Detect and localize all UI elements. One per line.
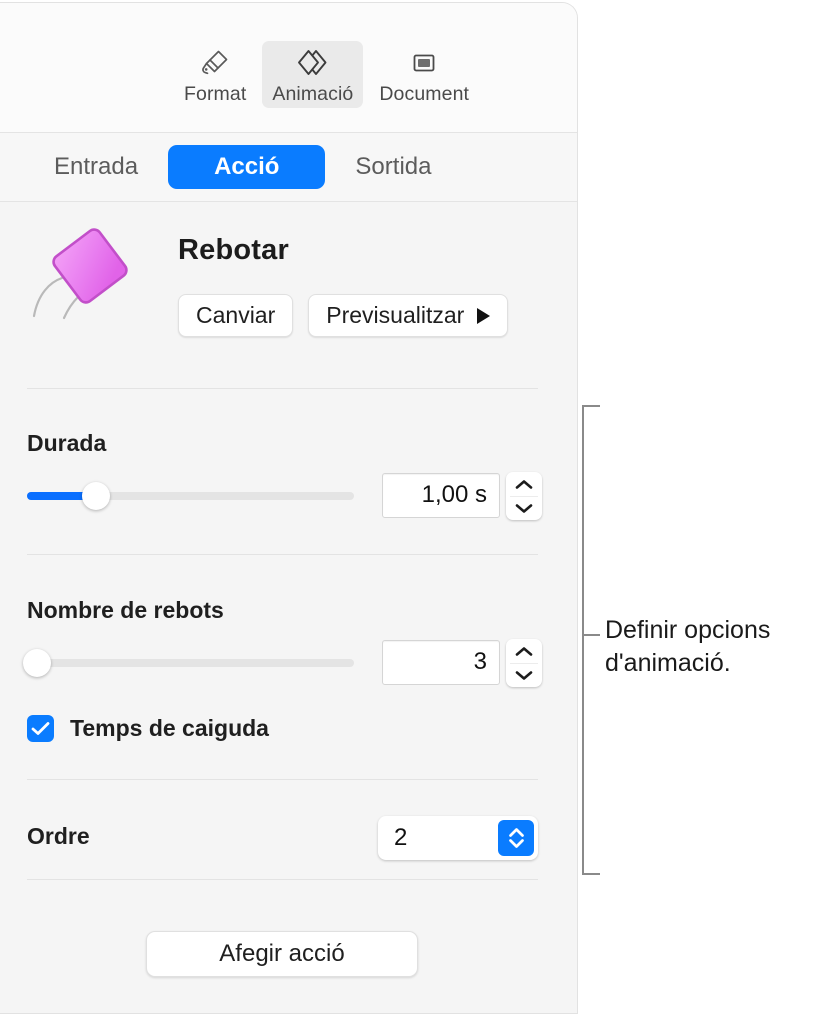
callout-tick	[582, 634, 600, 636]
tab-list: Entrada Acció Sortida	[30, 145, 455, 189]
toolbar-item-animacio-label: Animació	[272, 83, 353, 106]
fall-time-label: Temps de caiguda	[70, 715, 269, 742]
tab-accio[interactable]: Acció	[168, 145, 325, 189]
tab-entrada[interactable]: Entrada	[30, 145, 162, 189]
stepper-separator	[510, 496, 538, 497]
animation-tab-bar: Entrada Acció Sortida	[0, 133, 577, 202]
add-action-button[interactable]: Afegir acció	[146, 931, 418, 977]
document-square-icon	[407, 47, 441, 79]
bounces-slider[interactable]	[27, 650, 354, 676]
order-label: Ordre	[27, 823, 90, 850]
duration-value-field[interactable]: 1,00 s	[382, 473, 500, 518]
order-value: 2	[394, 824, 407, 852]
inspector-body: Rebotar Canviar Previsualitzar Durada 1,…	[0, 202, 577, 1013]
duration-slider-knob[interactable]	[82, 482, 110, 510]
toolbar-item-document[interactable]: Document	[369, 41, 479, 108]
callout-text: Definir opcions d'animació.	[605, 614, 820, 680]
duration-stepper[interactable]	[506, 472, 542, 520]
bounce-square-icon	[28, 216, 146, 334]
chevron-up-icon	[514, 478, 534, 491]
play-icon	[477, 308, 490, 324]
bounces-value-field[interactable]: 3	[382, 640, 500, 685]
tab-sortida[interactable]: Sortida	[331, 145, 455, 189]
preview-effect-button[interactable]: Previsualitzar	[308, 294, 508, 337]
paintbrush-icon	[198, 47, 232, 79]
popup-chevrons-icon	[498, 820, 534, 856]
preview-effect-label: Previsualitzar	[326, 302, 464, 329]
animation-diamonds-icon	[294, 47, 332, 79]
order-popup-button[interactable]: 2	[378, 816, 538, 860]
bounces-slider-track	[27, 659, 354, 667]
fall-time-row[interactable]: Temps de caiguda	[27, 715, 269, 742]
divider-4	[27, 879, 538, 880]
toolbar-item-document-label: Document	[379, 83, 469, 106]
bounces-label: Nombre de rebots	[27, 597, 224, 624]
fall-time-checkbox[interactable]	[27, 715, 54, 742]
effect-buttons: Canviar Previsualitzar	[178, 294, 508, 337]
stepper-separator	[510, 663, 538, 664]
inspector-panel: Format Animació	[0, 2, 578, 1014]
effect-header: Rebotar Canviar Previsualitzar	[0, 202, 577, 352]
inspector-toolbar: Format Animació	[0, 3, 577, 133]
effect-name: Rebotar	[178, 234, 289, 267]
divider-3	[27, 779, 538, 780]
callout-bracket	[582, 405, 600, 875]
checkmark-icon	[31, 721, 50, 736]
bounces-stepper[interactable]	[506, 639, 542, 687]
toolbar-item-animacio[interactable]: Animació	[262, 41, 363, 108]
toolbar-items: Format Animació	[174, 41, 479, 108]
toolbar-item-format[interactable]: Format	[174, 41, 256, 108]
duration-label: Durada	[27, 430, 106, 457]
divider-1	[27, 388, 538, 389]
change-effect-button[interactable]: Canviar	[178, 294, 293, 337]
chevron-up-icon	[514, 645, 534, 658]
chevron-down-icon	[514, 502, 534, 515]
bounces-slider-knob[interactable]	[23, 649, 51, 677]
change-effect-label: Canviar	[196, 302, 275, 329]
chevron-down-icon	[514, 669, 534, 682]
divider-2	[27, 554, 538, 555]
duration-slider[interactable]	[27, 483, 354, 509]
toolbar-item-format-label: Format	[184, 83, 246, 106]
